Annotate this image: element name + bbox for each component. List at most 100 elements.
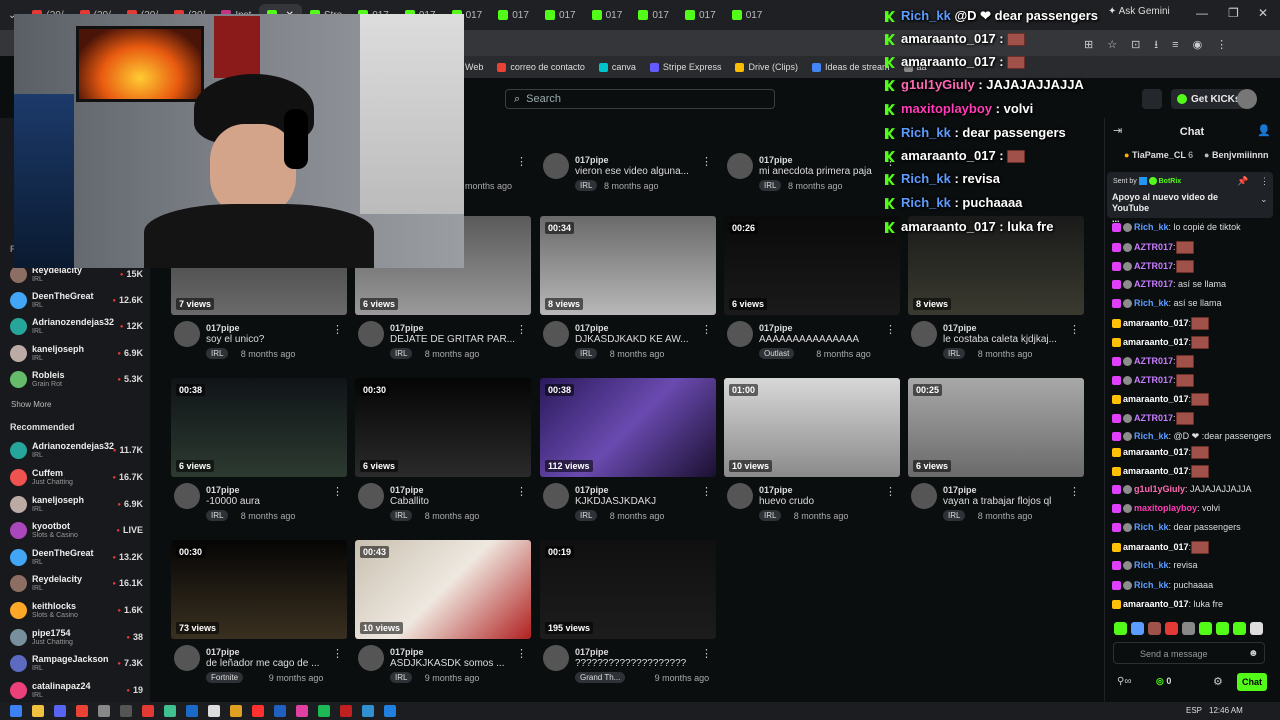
top-gifter-1[interactable]: ● TiaPame_CL 6 [1124, 150, 1193, 160]
video-card[interactable]: 00:25 6 views 017pipe vayan a trabajar floj… [908, 378, 1084, 528]
video-channel[interactable]: 017pipe [575, 485, 609, 495]
channel-avatar[interactable] [174, 645, 200, 671]
video-thumbnail[interactable]: 00:38 6 views [171, 378, 347, 477]
video-category-tag[interactable]: IRL [390, 348, 413, 359]
video-category-tag[interactable]: IRL [206, 348, 229, 359]
video-more-icon[interactable]: ⋮ [332, 323, 343, 336]
video-title[interactable]: vayan a trabajar flojos ql [943, 496, 1078, 507]
video-title[interactable]: le costaba caleta kjdjkaj... [943, 334, 1078, 345]
taskbar-app-icon[interactable] [340, 705, 352, 717]
video-thumbnail[interactable]: 00:30 6 views [355, 378, 531, 477]
windows-start-icon[interactable] [10, 705, 22, 717]
taskbar-app-icon[interactable] [186, 705, 198, 717]
channel-points[interactable]: ◎ 0 [1156, 676, 1171, 687]
video-channel[interactable]: 017pipe [943, 485, 977, 495]
video-channel[interactable]: 017pipe [759, 323, 793, 333]
taskbar-app-icon[interactable] [54, 705, 66, 717]
taskbar-app-icon[interactable] [274, 705, 286, 717]
chat-username[interactable]: amaraanto_017 [1123, 394, 1189, 404]
video-channel[interactable]: 017pipe [390, 647, 424, 657]
channel-avatar[interactable] [543, 153, 569, 179]
video-card[interactable]: 00:19 195 views 017pipe???????????????????… [540, 540, 716, 690]
video-channel[interactable]: 017pipe [390, 485, 424, 495]
video-channel[interactable]: 017pipe [759, 155, 793, 165]
video-thumbnail[interactable]: 00:43 10 views [355, 540, 531, 639]
quick-emote-icon[interactable] [1131, 622, 1144, 635]
video-channel[interactable]: 017pipe [206, 485, 240, 495]
channel-avatar[interactable] [727, 153, 753, 179]
library-icon[interactable] [1142, 89, 1162, 109]
channel-avatar[interactable] [174, 483, 200, 509]
video-channel[interactable]: 017pipe [575, 323, 609, 333]
taskbar-app-icon[interactable] [32, 705, 44, 717]
video-channel[interactable]: 017pipe [390, 323, 424, 333]
video-category-tag[interactable]: IRL [759, 180, 782, 191]
video-more-icon[interactable]: ⋮ [516, 647, 527, 660]
video-category-tag[interactable]: Fortnite [206, 672, 244, 683]
channel-avatar[interactable] [543, 483, 569, 509]
video-card[interactable]: 00:38 6 views 017pipe -10000 aura IRL 8 month… [171, 378, 347, 528]
video-title[interactable]: de leñador me cago de ... [206, 658, 341, 669]
chat-username[interactable]: Rich_kk [1134, 222, 1169, 232]
video-category-tag[interactable]: IRL [943, 348, 966, 359]
video-card[interactable]: 017pipe vieron ese video alguna... IRL 8 mo… [540, 48, 716, 198]
video-thumbnail[interactable]: 00:38 112 views [540, 378, 716, 477]
quick-emote-icon[interactable] [1199, 622, 1212, 635]
video-more-icon[interactable]: ⋮ [1069, 485, 1080, 498]
video-title[interactable]: ASDJKJKASDK somos ... [390, 658, 525, 669]
video-card[interactable]: 00:34 8 views 017pipe DJKASDJKAKD KE AW... I… [540, 216, 716, 366]
pinned-more-icon[interactable]: ⋮ [1260, 176, 1269, 187]
video-thumbnail[interactable]: 00:25 6 views [908, 378, 1084, 477]
browser-tab[interactable]: 017 [490, 4, 537, 26]
video-more-icon[interactable]: ⋮ [516, 485, 527, 498]
sidebar-channel[interactable]: pipe1754Just Chatting 38 [10, 627, 145, 651]
video-thumbnail[interactable]: 00:26 6 views [724, 216, 900, 315]
channel-avatar[interactable] [358, 645, 384, 671]
video-thumbnail[interactable]: 00:19 195 views [540, 540, 716, 639]
channel-avatar[interactable] [543, 645, 569, 671]
sidebar-channel[interactable]: Adrianozendejas32IRL 11.7K [10, 440, 145, 464]
video-category-tag[interactable]: IRL [575, 180, 598, 191]
video-channel[interactable]: 017pipe [943, 323, 977, 333]
channel-avatar[interactable] [358, 321, 384, 347]
video-title[interactable]: ???????????????????? [575, 658, 710, 669]
chat-username[interactable]: AZTR017 [1134, 242, 1173, 252]
top-gifter-2[interactable]: ● Benjvmiiinnn [1204, 150, 1268, 160]
video-card[interactable]: 00:26 6 views 017pipe AAAAAAAAAAAAAAA Outlas… [724, 216, 900, 366]
video-card[interactable]: 01:00 10 views 017pipe huevo crudo IRL 8 mont… [724, 378, 900, 528]
chat-username[interactable]: amaraanto_017 [1123, 599, 1189, 609]
video-more-icon[interactable]: ⋮ [332, 647, 343, 660]
video-channel[interactable]: 017pipe [206, 647, 240, 657]
sidebar-channel[interactable]: CuffemJust Chatting 16.7K [10, 467, 145, 491]
taskbar-app-icon[interactable] [120, 705, 132, 717]
taskbar-app-icon[interactable] [98, 705, 110, 717]
chat-username[interactable]: AZTR017 [1134, 413, 1173, 423]
chat-input[interactable]: Send a message [1113, 642, 1265, 664]
channel-avatar[interactable] [358, 483, 384, 509]
browser-tab[interactable]: 017 [630, 4, 677, 26]
video-card[interactable]: 017pipe mi anecdota primera paja IRL 8 mont… [724, 48, 900, 198]
video-more-icon[interactable]: ⋮ [701, 323, 712, 336]
sidebar-channel[interactable]: catalinapaz24IRL 19 [10, 680, 145, 704]
video-title[interactable]: soy el unico? [206, 334, 341, 345]
video-more-icon[interactable]: ⋮ [516, 155, 527, 168]
get-kicks-button[interactable]: Get KICKs [1171, 89, 1247, 109]
channel-avatar[interactable] [727, 483, 753, 509]
sidebar-channel[interactable]: RampageJacksonIRL 7.3K [10, 653, 145, 677]
chat-username[interactable]: Rich_kk [1134, 431, 1169, 441]
chat-username[interactable]: maxitoplayboy [1134, 503, 1197, 513]
chat-username[interactable]: g1ul1yGiuly [1134, 484, 1185, 494]
taskbar-app-icon[interactable] [208, 705, 220, 717]
send-chat-button[interactable]: Chat [1237, 673, 1267, 691]
taskbar-app-icon[interactable] [252, 705, 264, 717]
video-channel[interactable]: 017pipe [206, 323, 240, 333]
video-title[interactable]: DJKASDJKAKD KE AW... [575, 334, 710, 345]
taskbar-app-icon[interactable] [76, 705, 88, 717]
video-card[interactable]: 8 views 017pipe le costaba caleta kjdjkaj.… [908, 216, 1084, 366]
channel-avatar[interactable] [543, 321, 569, 347]
video-title[interactable]: AAAAAAAAAAAAAAA [759, 334, 894, 345]
chat-username[interactable]: Rich_kk [1134, 298, 1169, 308]
video-category-tag[interactable]: IRL [206, 510, 229, 521]
taskbar-app-icon[interactable] [230, 705, 242, 717]
video-title[interactable]: mi anecdota primera paja [759, 166, 894, 177]
